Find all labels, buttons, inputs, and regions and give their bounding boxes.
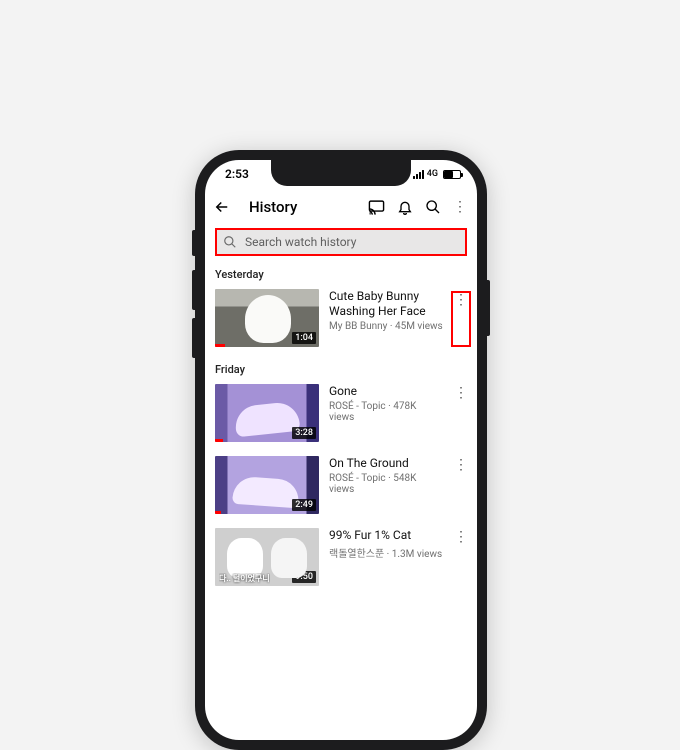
overflow-menu-icon[interactable]: ⋮: [453, 200, 467, 214]
phone-vol-up: [192, 270, 195, 310]
video-info: Cute Baby Bunny Washing Her Face My BB Bu…: [329, 289, 443, 347]
phone-power: [487, 280, 490, 336]
thumbnail-caption: 다.. 털이었구니: [219, 573, 270, 584]
duration-badge: 9:50: [292, 571, 316, 583]
duration-badge: 3:28: [292, 427, 316, 439]
network-label: 4G: [427, 169, 438, 179]
history-item[interactable]: 9:50 다.. 털이었구니 99% Fur 1% Cat 랙돌열한스푼 · 1.3M…: [205, 524, 477, 596]
app-bar: History ⋮: [205, 188, 477, 226]
duration-badge: 1:04: [292, 332, 316, 344]
video-title: Gone: [329, 384, 443, 399]
history-item[interactable]: 3:28 Gone ROSÉ - Topic · 478K views ⋮: [205, 380, 477, 452]
signal-icon: [413, 170, 424, 179]
cast-icon[interactable]: [368, 199, 385, 216]
more-options-icon[interactable]: ⋮: [454, 458, 468, 514]
screen: 2:53 4G History: [205, 160, 477, 740]
video-title: On The Ground: [329, 456, 443, 471]
video-title: 99% Fur 1% Cat: [329, 528, 443, 543]
video-title: Cute Baby Bunny Washing Her Face: [329, 289, 443, 319]
status-time: 2:53: [225, 167, 249, 181]
video-info: 99% Fur 1% Cat 랙돌열한스푼 · 1.3M views: [329, 528, 443, 586]
more-options-icon[interactable]: ⋮: [454, 530, 468, 586]
search-placeholder: Search watch history: [245, 235, 356, 249]
video-thumbnail[interactable]: 9:50 다.. 털이었구니: [215, 528, 319, 586]
progress-bar: [215, 511, 221, 514]
search-icon[interactable]: [425, 199, 441, 215]
more-options-icon[interactable]: ⋮: [451, 291, 471, 347]
duration-badge: 2:49: [292, 499, 316, 511]
page-title: History: [249, 198, 358, 216]
more-options-icon[interactable]: ⋮: [454, 386, 468, 442]
status-right: 4G: [413, 169, 461, 179]
section-label: Friday: [205, 357, 477, 380]
video-thumbnail[interactable]: 1:04: [215, 289, 319, 347]
section-label: Yesterday: [205, 262, 477, 285]
back-button[interactable]: [213, 198, 231, 216]
video-info: Gone ROSÉ - Topic · 478K views: [329, 384, 443, 442]
video-meta: ROSÉ - Topic · 478K views: [329, 401, 443, 423]
video-meta: 랙돌열한스푼 · 1.3M views: [329, 545, 443, 560]
history-item[interactable]: 1:04 Cute Baby Bunny Washing Her Face My B…: [205, 285, 477, 357]
phone-silent-switch: [192, 230, 195, 256]
video-meta: ROSÉ - Topic · 548K views: [329, 473, 443, 495]
phone-vol-down: [192, 318, 195, 358]
video-meta: My BB Bunny · 45M views: [329, 321, 443, 332]
notch: [271, 160, 411, 186]
battery-icon: [443, 170, 461, 179]
progress-bar: [215, 344, 225, 347]
video-thumbnail[interactable]: 3:28: [215, 384, 319, 442]
progress-bar: [215, 439, 223, 442]
search-history-input[interactable]: Search watch history: [215, 228, 467, 256]
phone-frame: 2:53 4G History: [195, 150, 487, 750]
video-thumbnail[interactable]: 2:49: [215, 456, 319, 514]
bell-icon[interactable]: [397, 199, 413, 215]
video-info: On The Ground ROSÉ - Topic · 548K views: [329, 456, 443, 514]
history-item[interactable]: 2:49 On The Ground ROSÉ - Topic · 548K vie…: [205, 452, 477, 524]
search-icon: [223, 235, 237, 249]
